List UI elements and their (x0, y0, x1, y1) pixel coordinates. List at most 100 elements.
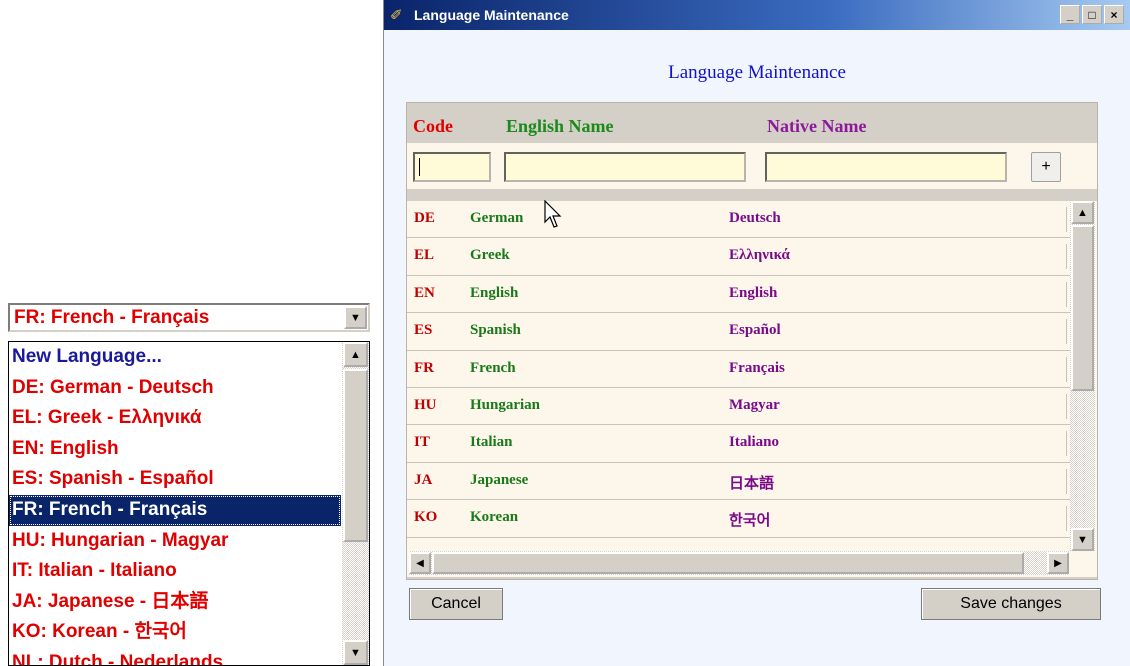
cell-divider (1066, 207, 1067, 232)
cell-code: ES (414, 322, 433, 339)
cell-english: Italian (470, 434, 513, 451)
scroll-right-button[interactable]: ▶ (1047, 552, 1069, 574)
cell-native: 日本語 (729, 475, 775, 492)
language-combobox[interactable]: FR: French - Français ▼ (8, 303, 370, 332)
table-row[interactable]: EN English English (407, 276, 1070, 314)
header-code: Code (413, 116, 453, 136)
new-language-input-row: + (407, 143, 1097, 189)
table-row[interactable]: DE German Deutsch (407, 201, 1070, 239)
combo-selected-value: FR: French - Français (14, 307, 210, 328)
dropdown-item-ko[interactable]: KO: Korean - 한국어 (9, 617, 341, 648)
cell-english: French (470, 359, 516, 376)
language-dropdown-list: New Language... DE: German - Deutsch EL:… (8, 341, 370, 666)
cell-divider (1066, 281, 1067, 307)
save-changes-button[interactable]: Save changes (921, 588, 1101, 620)
app-icon: ✐ (390, 7, 403, 24)
cell-english: German (470, 210, 524, 226)
cell-english: Japanese (470, 471, 529, 488)
cell-code: IT (414, 434, 430, 451)
table-row[interactable]: HU Hungarian Magyar (407, 388, 1070, 426)
cell-code: EN (414, 284, 435, 301)
minimize-button[interactable]: _ (1060, 5, 1080, 24)
table-row[interactable]: FR French Français (407, 351, 1070, 388)
dropdown-item-el[interactable]: EL: Greek - Ελληνικά (9, 403, 341, 434)
table-horizontal-scrollbar[interactable]: ◀ ▶ (409, 551, 1069, 575)
cell-divider (1066, 394, 1067, 419)
table-row[interactable]: JA Japanese 日本語 (407, 463, 1070, 501)
dropdown-item-nl[interactable]: NL: Dutch - Nederlands (9, 648, 341, 665)
cell-divider (1066, 431, 1067, 457)
window-title: Language Maintenance (414, 7, 569, 23)
dropdown-item-hu[interactable]: HU: Hungarian - Magyar (9, 526, 341, 557)
dropdown-item-es[interactable]: ES: Spanish - Español (9, 464, 341, 495)
table-horizontal-scroll-thumb[interactable] (432, 552, 1024, 574)
cell-native: Ελληνικά (729, 247, 790, 264)
native-name-input[interactable] (765, 152, 1007, 182)
cell-english: Korean (470, 509, 519, 526)
header-native-name: Native Name (767, 116, 867, 136)
dialog-heading: Language Maintenance (668, 62, 846, 83)
cell-divider (1066, 468, 1067, 494)
cell-native: Italiano (729, 434, 780, 451)
triangle-down-icon: ▼ (350, 311, 361, 324)
dropdown-item-fr[interactable]: FR: French - Français (9, 494, 341, 526)
add-language-button[interactable]: + (1031, 152, 1061, 182)
scroll-left-button[interactable]: ◀ (409, 552, 431, 574)
cell-english: Spanish (470, 322, 521, 339)
cell-code: HU (414, 397, 437, 413)
cancel-button[interactable]: Cancel (409, 588, 503, 620)
table-row[interactable]: ES Spanish Español (407, 313, 1070, 351)
triangle-down-icon: ▼ (350, 646, 361, 659)
maximize-button[interactable]: □ (1082, 5, 1102, 24)
cell-english: English (470, 284, 519, 301)
cell-native: Español (729, 322, 781, 339)
cell-divider (1066, 244, 1067, 270)
language-maintenance-window: ✐ Language Maintenance _ □ × Language Ma… (383, 0, 1130, 666)
cell-native: Magyar (729, 397, 780, 413)
dropdown-item-it[interactable]: IT: Italian - Italiano (9, 556, 341, 587)
triangle-up-icon: ▲ (1077, 206, 1088, 219)
mouse-cursor-icon (544, 200, 562, 228)
english-name-input[interactable] (504, 152, 746, 182)
cell-native: 한국어 (729, 513, 771, 530)
scroll-down-button[interactable]: ▼ (1071, 528, 1094, 551)
combo-dropdown-button[interactable]: ▼ (344, 306, 367, 329)
window-controls: _ □ × (1060, 5, 1124, 24)
cell-code: EL (414, 247, 435, 264)
cell-native: English (729, 284, 778, 301)
scroll-up-button[interactable]: ▲ (343, 342, 368, 367)
triangle-left-icon: ◀ (416, 557, 424, 569)
scroll-down-button[interactable]: ▼ (343, 640, 368, 665)
scroll-up-button[interactable]: ▲ (1071, 201, 1094, 224)
dropdown-item-de[interactable]: DE: German - Deutsch (9, 373, 341, 404)
cell-code: JA (414, 471, 433, 488)
cell-code: KO (414, 509, 438, 526)
cell-divider (1066, 356, 1067, 382)
dropdown-scrollbar[interactable]: ▲ ▼ (342, 342, 369, 665)
cell-english: Hungarian (470, 397, 541, 413)
language-table: DE German Deutsch EL Greek Ελληνικά EN E… (407, 201, 1097, 577)
dropdown-scroll-thumb[interactable] (343, 369, 368, 542)
cell-divider (1066, 319, 1067, 345)
cell-code: FR (414, 359, 434, 376)
cell-divider (1066, 506, 1067, 532)
title-bar[interactable]: ✐ Language Maintenance _ □ × (384, 0, 1130, 30)
header-english-name: English Name (506, 116, 614, 136)
triangle-right-icon: ▶ (1054, 557, 1062, 569)
dropdown-item-new-language[interactable]: New Language... (9, 342, 341, 373)
table-vertical-scroll-thumb[interactable] (1071, 225, 1094, 391)
text-caret (419, 158, 420, 176)
table-row[interactable]: EL Greek Ελληνικά (407, 238, 1070, 276)
dropdown-item-ja[interactable]: JA: Japanese - 日本語 (9, 587, 341, 618)
cell-code: DE (414, 210, 435, 226)
table-vertical-scrollbar[interactable]: ▲ ▼ (1070, 201, 1095, 551)
triangle-down-icon: ▼ (1077, 533, 1088, 546)
table-row[interactable]: IT Italian Italiano (407, 425, 1070, 463)
close-button[interactable]: × (1104, 5, 1124, 24)
cell-english: Greek (470, 247, 510, 264)
cell-native: Deutsch (729, 210, 781, 226)
table-row[interactable]: KO Korean 한국어 (407, 500, 1070, 538)
dropdown-item-en[interactable]: EN: English (9, 434, 341, 465)
triangle-up-icon: ▲ (350, 348, 361, 361)
code-input[interactable] (413, 152, 491, 182)
